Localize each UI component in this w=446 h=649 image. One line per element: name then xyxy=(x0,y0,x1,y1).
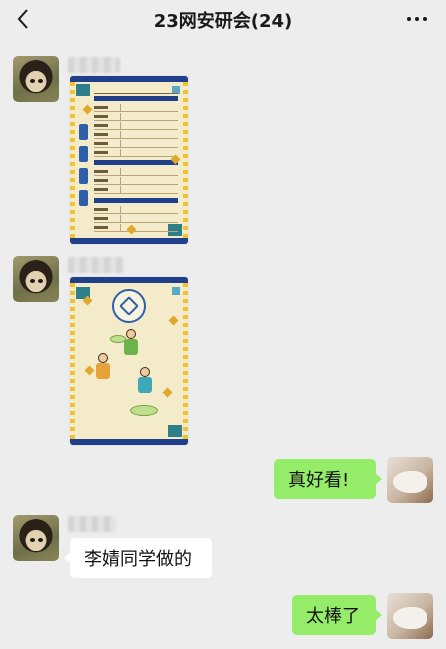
message-bubble-self[interactable]: 真好看! xyxy=(274,459,382,499)
university-logo-icon xyxy=(112,289,146,323)
sender-avatar[interactable] xyxy=(13,256,59,302)
message-text: 真好看! xyxy=(288,470,350,491)
message-text: 太棒了 xyxy=(306,606,360,627)
more-horizontal-icon xyxy=(407,17,411,21)
sender-name-blurred xyxy=(68,257,124,273)
image-message-poster-illustration[interactable] xyxy=(70,277,188,445)
chat-title: 23网安研会(24) xyxy=(153,11,293,32)
sender-avatar[interactable] xyxy=(13,56,59,102)
more-options-button[interactable] xyxy=(402,8,432,30)
sender-avatar[interactable] xyxy=(13,515,59,561)
message-bubble-self[interactable]: 太棒了 xyxy=(292,595,382,635)
chat-header: 23网安研会(24) xyxy=(0,0,446,40)
sender-name-blurred xyxy=(68,57,120,73)
self-avatar[interactable] xyxy=(387,457,433,503)
image-message-poster-form[interactable] xyxy=(70,76,188,244)
self-avatar[interactable] xyxy=(387,593,433,639)
message-text: 李婧同学做的 xyxy=(84,549,192,570)
message-bubble-other[interactable]: 李婧同学做的 xyxy=(64,538,212,578)
sender-name-blurred xyxy=(68,516,116,532)
